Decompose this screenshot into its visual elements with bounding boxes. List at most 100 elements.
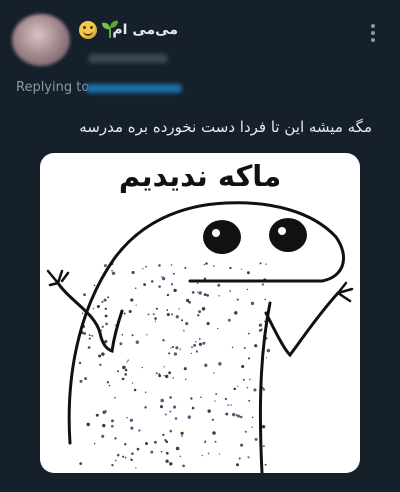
speckle (213, 372, 215, 374)
speckle (96, 304, 100, 309)
speckle (214, 400, 216, 402)
speckle (86, 422, 90, 427)
speckle (154, 320, 157, 322)
speckle (155, 307, 158, 310)
speckle (160, 398, 164, 403)
speckle (116, 453, 120, 457)
speckle (98, 354, 102, 358)
speckle (168, 371, 172, 375)
speckle (153, 440, 157, 444)
speckle (121, 333, 124, 336)
speckle (239, 415, 243, 419)
speckle (229, 290, 231, 292)
speckle (258, 329, 262, 332)
speckle (173, 405, 177, 409)
speckle (168, 352, 171, 355)
speckle (155, 372, 158, 375)
speckle (152, 313, 155, 316)
replying-to-label: Replying to (16, 80, 90, 95)
speckle (79, 379, 83, 383)
speckle (122, 365, 126, 370)
speckle (92, 307, 95, 310)
speckle (104, 307, 107, 311)
speckle (253, 388, 257, 392)
speckle (217, 283, 221, 287)
speckle (111, 270, 113, 272)
speckle (247, 456, 250, 459)
speckle (130, 298, 134, 302)
speckle (190, 397, 193, 400)
speckle (258, 323, 263, 327)
speckle (154, 317, 157, 320)
user-handle[interactable] (88, 54, 168, 63)
speckle (243, 346, 246, 349)
speckle (101, 434, 105, 438)
speckle (197, 314, 200, 317)
speckle (114, 396, 116, 399)
speckle (169, 396, 172, 399)
speckle (247, 271, 250, 275)
speckle (174, 417, 178, 420)
speckle (227, 404, 230, 406)
seedling-icon (101, 19, 119, 39)
speckle (195, 350, 199, 353)
speckle (124, 443, 127, 446)
speckle (101, 300, 104, 303)
speckle (88, 337, 91, 340)
speckle (175, 346, 179, 350)
speckle (204, 441, 206, 444)
speckle (150, 280, 154, 283)
speckle (111, 424, 114, 428)
speckle (195, 341, 197, 343)
speckle (124, 456, 127, 459)
speckle (150, 450, 154, 454)
tweet-media[interactable]: ماکه ندیدیم (40, 153, 360, 473)
speckle (134, 287, 137, 290)
speckle (122, 455, 125, 458)
speckle (264, 298, 266, 301)
speckle (236, 298, 239, 301)
speckle (193, 343, 197, 347)
speckle (87, 346, 91, 349)
speckle (206, 294, 209, 297)
speckle (83, 293, 87, 297)
speckle (254, 437, 258, 441)
replying-to-handle[interactable] (86, 84, 182, 93)
speckle (91, 335, 94, 337)
speckle (250, 301, 255, 306)
speckle (217, 327, 219, 330)
speckle (165, 451, 169, 455)
speckle (106, 380, 110, 384)
speckle (185, 322, 189, 326)
speckle (198, 291, 202, 295)
speckle (138, 429, 141, 432)
speckle (111, 463, 114, 467)
speckle (104, 410, 107, 413)
speckle (240, 443, 244, 447)
speckle (95, 413, 99, 417)
speckle (161, 276, 166, 281)
display-name[interactable]: می‌می ام (112, 22, 178, 38)
more-vertical-icon[interactable] (368, 24, 378, 46)
speckle (124, 372, 128, 376)
speckle (214, 440, 217, 443)
avatar[interactable] (12, 14, 70, 66)
speckle (242, 378, 245, 381)
speckle (101, 352, 105, 356)
speckle (224, 397, 228, 401)
speckle (81, 312, 84, 315)
speckle (191, 346, 193, 349)
speckle (266, 348, 271, 353)
speckle (158, 285, 161, 288)
speckle (212, 431, 216, 435)
speckle (225, 412, 229, 416)
speckle (241, 364, 245, 369)
speckle (126, 416, 128, 419)
speckle (103, 264, 107, 268)
speckle (169, 410, 172, 413)
speckle (218, 453, 221, 455)
speckle (127, 359, 129, 361)
speckle (180, 431, 184, 435)
speckle (166, 293, 170, 297)
speckle (131, 382, 134, 384)
